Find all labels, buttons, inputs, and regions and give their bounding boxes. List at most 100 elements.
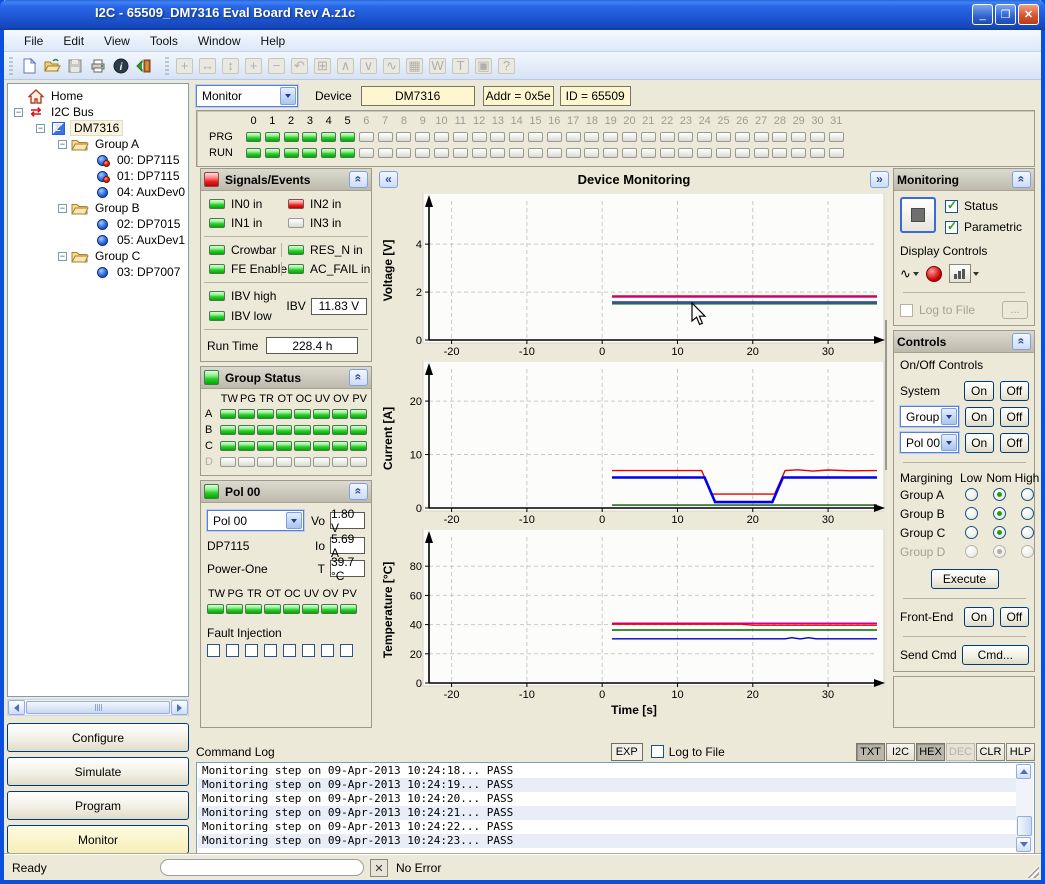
exit-icon[interactable] xyxy=(132,55,155,77)
front-end-off-button[interactable]: Off xyxy=(1000,607,1029,627)
monitor-button[interactable]: Monitor xyxy=(7,825,189,854)
system-off-button[interactable]: Off xyxy=(1000,381,1029,401)
tree-item-group-a[interactable]: −Group A xyxy=(8,136,188,152)
collapse-right-icon[interactable]: » xyxy=(870,171,889,188)
tree-expander-icon[interactable]: − xyxy=(36,124,45,133)
group-select[interactable]: Group A xyxy=(900,406,959,427)
group-a-nom-radio[interactable] xyxy=(993,488,1006,501)
scroll-thumb[interactable] xyxy=(26,701,170,714)
fault-injection-checkbox-7[interactable] xyxy=(340,644,353,657)
tree-item-group-b[interactable]: −Group B xyxy=(8,200,188,216)
group-off-button[interactable]: Off xyxy=(1000,407,1029,427)
resize-grip[interactable] xyxy=(1026,865,1039,878)
system-on-button[interactable]: On xyxy=(964,381,993,401)
tree-expander-icon[interactable]: − xyxy=(58,140,67,149)
pol-onoff-select[interactable]: Pol 00 xyxy=(900,432,959,453)
log-to-file-checkbox[interactable] xyxy=(651,745,664,758)
fault-injection-checkbox-5[interactable] xyxy=(302,644,315,657)
tree-item-05-auxdev1[interactable]: 05: AuxDev1 xyxy=(8,232,188,248)
waveform-display-button[interactable]: ∿ xyxy=(900,266,919,282)
front-end-on-button[interactable]: On xyxy=(964,607,993,627)
tree-hscrollbar[interactable] xyxy=(7,699,189,716)
minimize-button[interactable]: _ xyxy=(972,4,993,25)
new-file-icon[interactable] xyxy=(17,55,40,77)
tree-item-02-dp7015[interactable]: 02: DP7015 xyxy=(8,216,188,232)
fault-injection-checkbox-6[interactable] xyxy=(321,644,334,657)
group-c-low-radio[interactable] xyxy=(965,526,978,539)
log-hlp-button[interactable]: HLP xyxy=(1006,743,1035,761)
tree-item-i2c-bus[interactable]: −⇄I2C Bus xyxy=(8,104,188,120)
scroll-left-icon[interactable] xyxy=(8,700,25,715)
histogram-display-button[interactable] xyxy=(949,264,979,283)
close-button[interactable]: ✕ xyxy=(1018,4,1039,25)
tree-item-04-auxdev0[interactable]: 04: AuxDev0 xyxy=(8,184,188,200)
log-txt-button[interactable]: TXT xyxy=(856,743,885,761)
fault-injection-checkbox-1[interactable] xyxy=(226,644,239,657)
menu-view[interactable]: View xyxy=(94,31,140,51)
menu-window[interactable]: Window xyxy=(188,31,251,51)
collapse-left-icon[interactable]: « xyxy=(379,171,398,188)
scroll-right-icon[interactable] xyxy=(171,700,188,715)
group-b-low-radio[interactable] xyxy=(965,507,978,520)
status-checkbox[interactable] xyxy=(945,200,958,213)
device-tree[interactable]: Home−⇄I2C Bus−ZDM7316−Group A00: DP71150… xyxy=(7,83,189,697)
tree-expander-icon[interactable]: − xyxy=(14,108,23,117)
fault-injection-checkbox-3[interactable] xyxy=(264,644,277,657)
chart-splitter[interactable] xyxy=(885,320,887,470)
log-to-file-checkbox[interactable] xyxy=(900,304,913,317)
tree-item-00-dp7115[interactable]: 00: DP7115 xyxy=(8,152,188,168)
collapse-chevron-icon[interactable]: « xyxy=(349,369,368,386)
group-b-nom-radio[interactable] xyxy=(993,507,1006,520)
group-a-high-radio[interactable] xyxy=(1021,488,1034,501)
scroll-thumb[interactable] xyxy=(1017,816,1032,836)
tree-item-03-dp7007[interactable]: 03: DP7007 xyxy=(8,264,188,280)
tree-item-home[interactable]: Home xyxy=(8,88,188,104)
group-c-high-radio[interactable] xyxy=(1021,526,1034,539)
menu-edit[interactable]: Edit xyxy=(53,31,94,51)
execute-button[interactable]: Execute xyxy=(931,569,999,589)
configure-button[interactable]: Configure xyxy=(7,723,189,752)
about-icon[interactable]: i xyxy=(109,55,132,77)
fault-injection-checkbox-4[interactable] xyxy=(283,644,296,657)
chevron-down-icon[interactable] xyxy=(286,512,302,529)
menu-help[interactable]: Help xyxy=(251,31,296,51)
simulate-button[interactable]: Simulate xyxy=(7,757,189,786)
fault-injection-checkbox-0[interactable] xyxy=(207,644,220,657)
cmd-button[interactable]: Cmd... xyxy=(962,645,1029,665)
parametric-checkbox[interactable] xyxy=(945,221,958,234)
scroll-down-icon[interactable] xyxy=(1016,837,1031,852)
print-icon[interactable] xyxy=(86,55,109,77)
tree-item-group-c[interactable]: −Group C xyxy=(8,248,188,264)
log-i2c-button[interactable]: I2C xyxy=(886,743,915,761)
log-hex-button[interactable]: HEX xyxy=(916,743,945,761)
collapse-chevron-icon[interactable]: « xyxy=(349,483,368,500)
pol-select[interactable]: Pol 00 xyxy=(207,510,304,531)
group-b-high-radio[interactable] xyxy=(1021,507,1034,520)
chevron-down-icon[interactable] xyxy=(941,408,957,425)
browse-button[interactable]: ... xyxy=(1002,301,1028,319)
program-button[interactable]: Program xyxy=(7,791,189,820)
pol-on-button[interactable]: On xyxy=(965,433,994,453)
log-vscrollbar[interactable] xyxy=(1016,764,1033,852)
open-file-icon[interactable] xyxy=(40,55,63,77)
tree-expander-icon[interactable]: − xyxy=(58,204,67,213)
log-clr-button[interactable]: CLR xyxy=(976,743,1005,761)
maximize-button[interactable]: ❐ xyxy=(995,4,1016,25)
group-a-low-radio[interactable] xyxy=(965,488,978,501)
chevron-down-icon[interactable] xyxy=(941,434,957,451)
menu-tools[interactable]: Tools xyxy=(140,31,188,51)
group-on-button[interactable]: On xyxy=(965,407,994,427)
collapse-chevron-icon[interactable]: « xyxy=(1012,171,1031,188)
collapse-chevron-icon[interactable]: « xyxy=(1012,333,1031,350)
scroll-up-icon[interactable] xyxy=(1016,764,1031,779)
tree-item-01-dp7115[interactable]: 01: DP7115 xyxy=(8,168,188,184)
exp-button[interactable]: EXP xyxy=(611,743,643,761)
record-icon[interactable] xyxy=(926,266,942,282)
mode-select[interactable]: Monitor xyxy=(196,85,298,107)
fault-injection-checkbox-2[interactable] xyxy=(245,644,258,657)
clear-error-button[interactable]: ✕ xyxy=(370,859,388,877)
menu-file[interactable]: File xyxy=(14,31,53,51)
tree-item-dm7316[interactable]: −ZDM7316 xyxy=(8,120,188,136)
group-c-nom-radio[interactable] xyxy=(993,526,1006,539)
pol-off-button[interactable]: Off xyxy=(1000,433,1029,453)
